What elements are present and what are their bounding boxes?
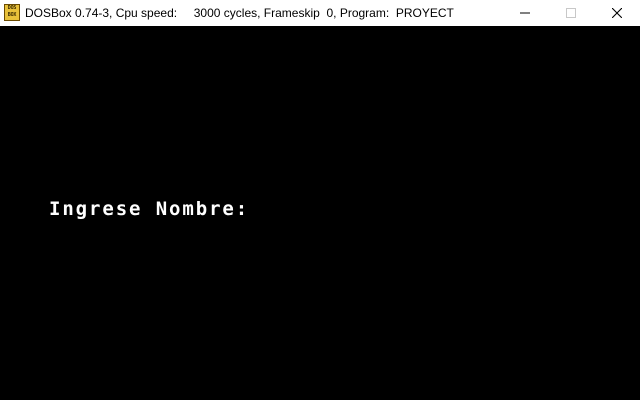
dosbox-icon-text-bottom: BOX (7, 12, 17, 18)
dosbox-icon-text-top: DOS (7, 5, 17, 11)
close-icon (612, 8, 622, 18)
close-button[interactable] (594, 0, 640, 26)
dos-screen[interactable]: Ingrese Nombre: (0, 26, 640, 400)
minimize-button[interactable] (502, 0, 548, 26)
name-prompt: Ingrese Nombre: (49, 198, 250, 220)
title-bar[interactable]: DOS BOX DOSBox 0.74-3, Cpu speed: 3000 c… (0, 0, 640, 26)
window-title: DOSBox 0.74-3, Cpu speed: 3000 cycles, F… (25, 6, 454, 20)
minimize-icon (520, 12, 530, 14)
maximize-icon (566, 8, 576, 18)
maximize-button[interactable] (548, 0, 594, 26)
dosbox-window: DOS BOX DOSBox 0.74-3, Cpu speed: 3000 c… (0, 0, 640, 400)
dosbox-icon[interactable]: DOS BOX (4, 4, 20, 21)
